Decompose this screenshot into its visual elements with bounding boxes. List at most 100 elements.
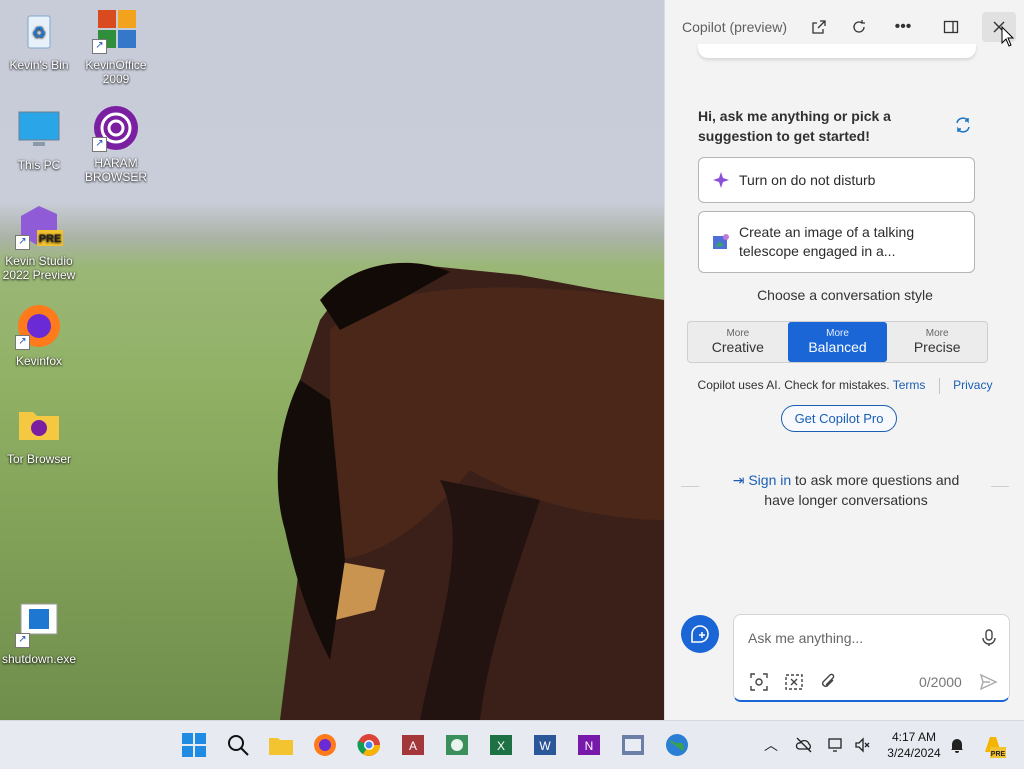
privacy-link[interactable]: Privacy [953,378,992,392]
desktop-icon-label: Kevin's Bin [9,58,69,72]
visual-search-icon[interactable] [749,672,769,692]
character-counter: 0/2000 [919,674,962,690]
terms-link[interactable]: Terms [893,378,926,392]
desktop-icon-label: Kevin Studio 2022 Preview [2,254,76,282]
style-prefix: More [826,328,849,339]
new-chat-icon [691,625,709,643]
refresh-icon [853,20,865,33]
excel-icon[interactable]: X [487,731,515,759]
microphone-icon[interactable] [979,628,999,648]
chat-input-box[interactable]: Ask me anything... 0/2000 [733,614,1010,702]
taskbar-clock[interactable]: 4:17 AM 3/24/2024 [874,729,954,761]
style-balanced[interactable]: More Balanced [787,322,888,362]
file-explorer-icon[interactable] [267,731,295,759]
get-copilot-pro-button[interactable]: Get Copilot Pro [781,405,897,432]
cloud-offline-icon[interactable] [795,736,813,754]
desktop-icon-kevin-studio[interactable]: PRE ↗ Kevin Studio 2022 Preview [1,202,77,282]
mouse-cursor-icon [1001,26,1015,47]
signin-prompt: ⇥ Sign in to ask more questions and have… [681,470,1009,510]
outlook-icon[interactable] [619,731,647,759]
desktop-icon-label: HARAM BROWSER [84,156,147,184]
desktop-icon-kevinoffice[interactable]: ↗ KevinOffice 2009 [78,6,154,86]
suggestion-dnd[interactable]: Turn on do not disturb [698,157,975,203]
suggestion-text: Create an image of a talking telescope e… [739,224,915,259]
screenshot-icon[interactable] [784,672,804,692]
signin-rest-text: to ask more questions and have longer co… [764,472,960,508]
style-prefix: More [925,328,949,339]
firefox-icon[interactable] [311,731,339,759]
shortcut-arrow-icon: ↗ [15,235,30,250]
chrome-icon[interactable] [355,731,383,759]
suggestion-image[interactable]: Create an image of a talking telescope e… [698,211,975,273]
office-icon: ↗ [92,6,140,54]
conversation-style-selector: More Creative More Balanced More Precise [687,321,988,363]
ellipsis-icon: ••• [894,18,912,35]
desktop-icon-shutdown[interactable]: ↗ shutdown.exe [1,600,77,666]
style-name: Precise [913,339,961,355]
ask-input-placeholder[interactable]: Ask me anything... [748,630,863,646]
start-icon[interactable] [180,731,208,759]
divider [938,378,940,394]
refresh-button[interactable] [842,12,876,42]
monitor-icon [15,106,63,154]
visual-studio-preview-icon: PRE ↗ [15,202,63,250]
search-icon[interactable] [224,731,252,759]
style-precise[interactable]: More Precise [887,322,987,362]
svg-text:♻: ♻ [32,25,46,42]
publisher-icon[interactable] [443,731,471,759]
tor-purple-icon: ↗ [92,104,140,152]
access-icon[interactable]: A [399,731,427,759]
onenote-icon[interactable]: N [575,731,603,759]
copilot-taskbar-icon[interactable]: PRE [980,732,1006,758]
svg-text:A: A [409,739,417,753]
open-external-icon [812,20,826,34]
globe-icon[interactable] [663,731,691,759]
desktop-icon-kevinfox[interactable]: ↗ Kevinfox [1,302,77,368]
desktop-icon-label: Kevinfox [15,354,63,368]
notification-bell-icon[interactable] [948,736,966,754]
taskbar: A X W N ︿ 4:17 AM 3/24/2024 PRE [0,720,1024,769]
more-options-button[interactable]: ••• [886,12,920,42]
desktop-icon-label: This PC [17,158,61,172]
style-name: Creative [711,339,764,355]
clock-time: 4:17 AM [891,730,937,744]
recycle-bin-icon: ♻ [15,6,63,54]
desktop-icon-this-pc[interactable]: This PC [1,106,77,172]
shuffle-icon [956,117,970,133]
signin-link[interactable]: Sign in [748,472,791,488]
send-icon[interactable] [978,672,998,692]
word-icon[interactable]: W [531,731,559,759]
shortcut-arrow-icon: ↗ [15,633,30,648]
attachment-icon[interactable] [819,672,839,692]
conversation-style-label: Choose a conversation style [757,287,933,303]
svg-text:N: N [585,739,594,753]
disclaimer-text: Copilot uses AI. Check for mistakes. [697,378,890,393]
copilot-title: Copilot (preview) [682,19,788,35]
divider [991,486,1009,487]
dock-panel-button[interactable] [934,12,968,42]
desktop-icon-tor-browser[interactable]: Tor Browser [1,400,77,466]
open-external-button[interactable] [802,12,836,42]
previous-card-edge [698,44,976,58]
style-prefix: More [726,328,750,339]
greeting-text: Hi, ask me anything or pick a suggestion… [698,108,891,144]
refresh-suggestions-button[interactable] [953,115,975,137]
clock-date: 3/24/2024 [887,746,941,760]
style-creative[interactable]: More Creative [688,322,788,362]
network-icon[interactable] [827,736,845,754]
desktop-icon-label: KevinOffice 2009 [85,58,147,86]
style-name: Balanced [808,339,867,355]
desktop-icon-label: Tor Browser [6,452,71,466]
desktop-icon-haram-browser[interactable]: ↗ HARAM BROWSER [78,104,154,184]
exe-icon: ↗ [15,600,63,648]
new-topic-button[interactable] [681,615,719,653]
side-panel-icon [943,20,959,34]
pre-badge-text: PRE [39,233,62,245]
shortcut-arrow-icon: ↗ [92,39,107,54]
firefox-icon: ↗ [15,302,63,350]
volume-muted-icon[interactable] [853,736,871,754]
chevron-up-icon[interactable]: ︿ [764,735,778,755]
desktop-icon-recycle-bin[interactable]: ♻ Kevin's Bin [1,6,77,72]
shortcut-arrow-icon: ↗ [15,335,30,350]
svg-text:X: X [497,739,505,753]
